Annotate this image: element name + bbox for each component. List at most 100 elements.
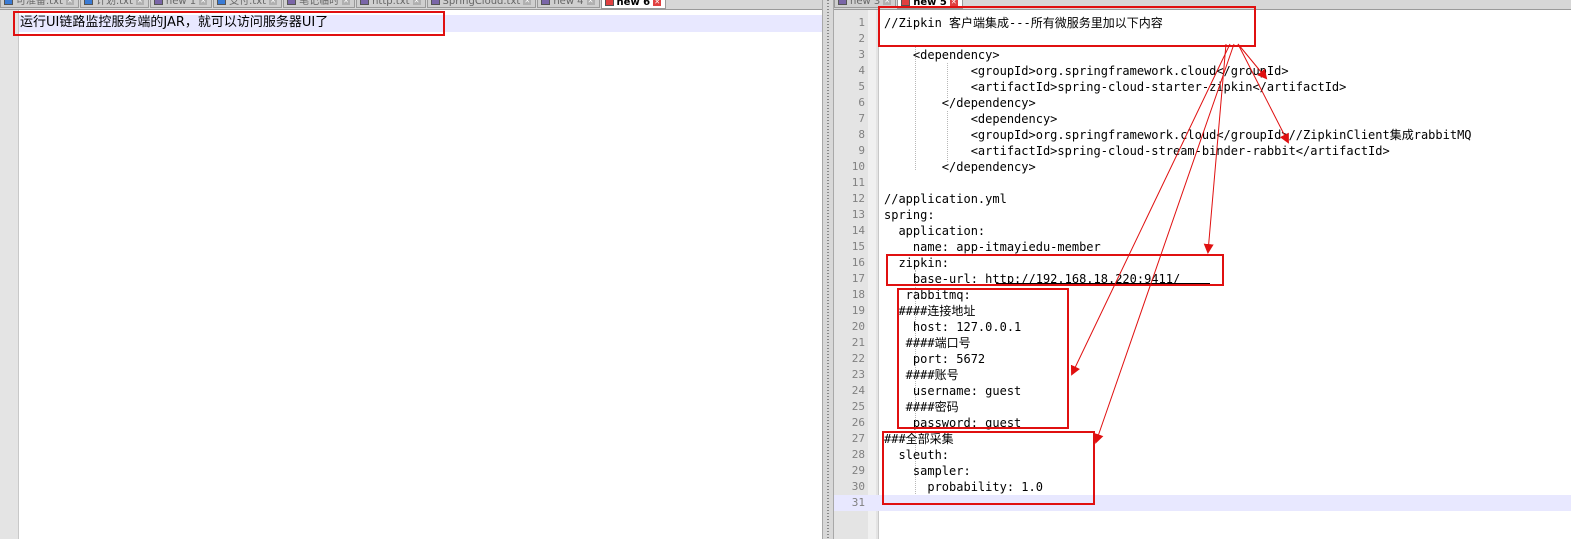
line-number: 21 (851, 336, 865, 349)
code-text: application: (884, 224, 986, 238)
code-line[interactable]: 4 <groupId>org.springframework.cloud</gr… (834, 63, 1571, 79)
line-number: 9 (858, 144, 865, 157)
code-text: </dependency> (884, 160, 1036, 174)
code-line[interactable]: 7 <dependency> (834, 111, 1571, 127)
notepad-file-icon (4, 0, 13, 5)
annotation-box-left-note (13, 11, 445, 36)
tab-label: 计划.txt (95, 0, 133, 7)
code-text: </dependency> (884, 96, 1036, 110)
line-number: 22 (851, 352, 865, 365)
notepad-file-icon (217, 0, 227, 5)
code-line[interactable]: 14 application: (834, 223, 1571, 239)
code-line[interactable]: 3 <dependency> (834, 47, 1571, 63)
notepad-file-icon (541, 0, 551, 5)
code-text: <dependency> (884, 112, 1058, 126)
tab-label: new 1 (165, 0, 197, 7)
close-tab-icon[interactable]: ✕ (342, 0, 351, 5)
line-number: 23 (851, 368, 865, 381)
line-number: 28 (851, 448, 865, 461)
code-line[interactable]: 8 <groupId>org.springframework.cloud</gr… (834, 127, 1571, 143)
tab-left-0[interactable]: 可准备.txt ✕ (0, 0, 79, 8)
tab-label: 支付.txt (229, 0, 267, 7)
line-number: 11 (851, 176, 865, 189)
notepad-file-icon (838, 0, 847, 5)
code-line[interactable]: 11 (834, 175, 1571, 191)
annotation-box-sleuth (882, 431, 1095, 505)
tab-left-1[interactable]: 计划.txt ✕ (79, 0, 149, 8)
line-number: 2 (858, 32, 865, 45)
code-line[interactable]: 10 </dependency> (834, 159, 1571, 175)
code-text: <dependency> (884, 48, 1000, 62)
notepad-file-icon (604, 0, 614, 6)
tab-left-2[interactable]: new 1 ✕ (149, 0, 213, 8)
line-number: 10 (851, 160, 865, 173)
line-number: 18 (851, 288, 865, 301)
tab-left-6[interactable]: SpringCloud.txt ✕ (426, 0, 537, 8)
code-text: <artifactId>spring-cloud-stream-binder-r… (884, 144, 1390, 158)
line-number: 16 (851, 256, 865, 269)
line-number: 13 (851, 208, 865, 221)
code-text: <groupId>org.springframework.cloud</grou… (884, 64, 1289, 78)
tab-left-4[interactable]: 笔记临时 ✕ (283, 0, 356, 8)
line-number: 7 (858, 112, 865, 125)
tab-label: SpringCloud.txt (442, 0, 521, 7)
notepad-file-icon (360, 0, 370, 5)
code-line[interactable]: 12 //application.yml (834, 191, 1571, 207)
line-number: 27 (851, 432, 865, 445)
close-tab-icon[interactable]: ✕ (135, 0, 144, 5)
line-number: 20 (851, 320, 865, 333)
close-tab-icon[interactable]: ✕ (65, 0, 74, 5)
notepad-file-icon (430, 0, 440, 5)
code-line[interactable]: 9 <artifactId>spring-cloud-stream-binder… (834, 143, 1571, 159)
line-number: 25 (851, 400, 865, 413)
tab-left-5[interactable]: http.txt ✕ (356, 0, 426, 8)
annotation-box-title (878, 6, 1256, 47)
line-number: 6 (858, 96, 865, 109)
tab-left-3[interactable]: 支付.txt ✕ (213, 0, 283, 8)
close-tab-icon[interactable]: ✕ (412, 0, 421, 5)
tab-label: http.txt (372, 0, 410, 7)
line-number: 24 (851, 384, 865, 397)
tab-label: 可准备.txt (16, 0, 63, 7)
left-editor-pane: 可准备.txt ✕ 计划.txt ✕ new 1 ✕ 支付.txt ✕ 笔记临时 ✕ http.tx… (0, 0, 822, 539)
code-text: <artifactId>spring-cloud-starter-zipkin<… (884, 80, 1347, 94)
line-number: 30 (851, 480, 865, 493)
code-text: spring: (884, 208, 935, 222)
line-number: 26 (851, 416, 865, 429)
code-text: name: app-itmayiedu-member (884, 240, 1101, 254)
close-tab-icon[interactable]: ✕ (586, 0, 595, 5)
code-line[interactable]: 15 name: app-itmayiedu-member (834, 239, 1571, 255)
close-tab-icon[interactable]: ✕ (523, 0, 532, 5)
notepad-file-icon (901, 0, 911, 6)
close-tab-icon[interactable]: ✕ (883, 0, 892, 5)
tab-label: 笔记临时 (299, 0, 340, 7)
pane-splitter[interactable] (822, 0, 834, 539)
code-line[interactable]: 5 <artifactId>spring-cloud-starter-zipki… (834, 79, 1571, 95)
line-number: 3 (858, 48, 865, 61)
left-line-gutter (0, 10, 19, 539)
tab-label: new 6 (616, 0, 651, 8)
splitter-grip-icon (827, 0, 829, 539)
close-tab-icon[interactable]: ✕ (653, 0, 662, 6)
line-number: 14 (851, 224, 865, 237)
line-number: 19 (851, 304, 865, 317)
line-number: 4 (858, 64, 865, 77)
close-tab-icon[interactable]: ✕ (199, 0, 208, 5)
tab-left-7[interactable]: new 4 ✕ (537, 0, 600, 8)
notepad-file-icon (83, 0, 93, 5)
left-tab-bar: 可准备.txt ✕ 计划.txt ✕ new 1 ✕ 支付.txt ✕ 笔记临时 ✕ http.tx… (0, 0, 822, 10)
notepad-file-icon (153, 0, 163, 5)
close-tab-icon[interactable]: ✕ (949, 0, 958, 6)
code-text: //application.yml (884, 192, 1007, 206)
right-editor-pane: new 3 ✕ new 5 ✕ 1//Zipkin 客户端集成---所有微服务里加以下… (834, 0, 1571, 539)
annotation-box-zipkin (886, 254, 1224, 286)
line-number: 17 (851, 272, 865, 285)
close-tab-icon[interactable]: ✕ (269, 0, 278, 5)
tab-left-8[interactable]: new 6 ✕ (600, 0, 667, 9)
tab-label: new 4 (553, 0, 584, 7)
code-line[interactable]: 6 </dependency> (834, 95, 1571, 111)
line-number: 15 (851, 240, 865, 253)
line-number: 12 (851, 192, 865, 205)
code-line[interactable]: 13 spring: (834, 207, 1571, 223)
line-number: 1 (858, 16, 865, 29)
